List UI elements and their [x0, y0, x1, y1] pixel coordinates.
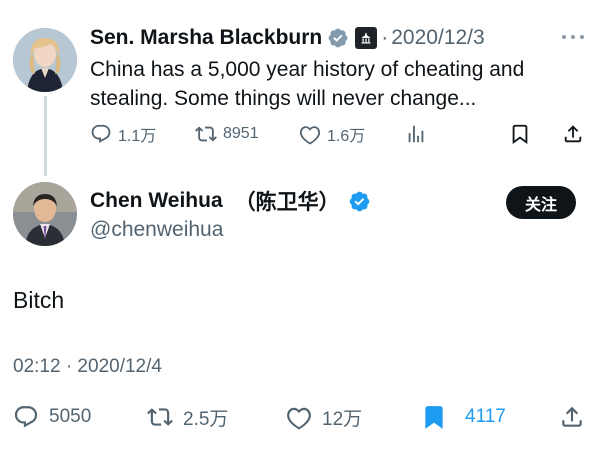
bookmark-button[interactable]	[509, 120, 531, 148]
bookmark-icon	[425, 406, 443, 429]
like-button[interactable]: 12万	[286, 402, 362, 432]
author-name-chinese[interactable]: （陈卫华）	[235, 186, 340, 216]
tweet-text: Bitch	[13, 287, 65, 313]
parent-tweet-actions: 1.1万 8951 1.6万	[90, 120, 590, 148]
retweet-button[interactable]: 8951	[195, 120, 259, 148]
views-button[interactable]	[405, 120, 427, 148]
header-separator: ·	[381, 26, 389, 49]
retweet-icon	[147, 408, 173, 426]
bookmark-count: 4117	[465, 406, 506, 427]
tweet-timestamp[interactable]: 02:12 · 2020/12/4	[13, 356, 162, 378]
reply-icon	[91, 124, 111, 143]
more-icon[interactable]	[562, 30, 584, 44]
like-count: 12万	[322, 408, 363, 430]
author-handle[interactable]: @chenweihua	[90, 218, 223, 242]
reply-count: 5050	[49, 406, 92, 427]
government-building-icon	[355, 27, 378, 49]
thread-connector-line	[44, 96, 47, 176]
heart-icon	[287, 407, 311, 430]
retweet-icon	[195, 126, 217, 142]
share-icon	[562, 406, 582, 427]
like-button[interactable]: 1.6万	[299, 120, 365, 148]
analytics-icon	[408, 125, 424, 143]
tweet-text: China has a 5,000 year history of cheati…	[90, 58, 525, 110]
reply-button[interactable]: 5050	[13, 402, 91, 432]
like-count: 1.6万	[327, 128, 366, 145]
avatar[interactable]	[13, 28, 77, 92]
parent-tweet-header: Sen. Marsha Blackburn · 2020/12/3	[90, 24, 485, 52]
reply-count: 1.1万	[118, 128, 157, 145]
author-name[interactable]: Sen. Marsha Blackburn	[90, 26, 322, 50]
parent-tweet[interactable]: Sen. Marsha Blackburn · 2020/12/3 China …	[0, 0, 600, 180]
retweet-button[interactable]: 2.5万	[147, 402, 228, 432]
main-tweet-actions: 5050 2.5万 12万 4117	[13, 402, 588, 432]
retweet-count: 8951	[223, 125, 259, 142]
verified-blue-icon	[348, 190, 371, 213]
tweet-date[interactable]: 2020/12/3	[391, 26, 484, 50]
share-button[interactable]	[562, 120, 584, 148]
bookmark-icon	[512, 124, 528, 145]
share-icon	[564, 125, 582, 143]
reply-icon	[14, 406, 38, 428]
heart-icon	[299, 126, 321, 145]
retweet-count: 2.5万	[183, 408, 229, 430]
author-name[interactable]: Chen Weihua	[90, 189, 223, 213]
reply-button[interactable]: 1.1万	[90, 120, 156, 148]
share-button[interactable]	[559, 402, 585, 432]
bookmark-button[interactable]: 4117	[421, 402, 506, 432]
avatar[interactable]	[13, 182, 77, 246]
follow-button[interactable]: 关注	[506, 186, 576, 219]
verified-grey-icon	[327, 27, 349, 49]
author-name-row: Chen Weihua （陈卫华）	[90, 186, 371, 216]
